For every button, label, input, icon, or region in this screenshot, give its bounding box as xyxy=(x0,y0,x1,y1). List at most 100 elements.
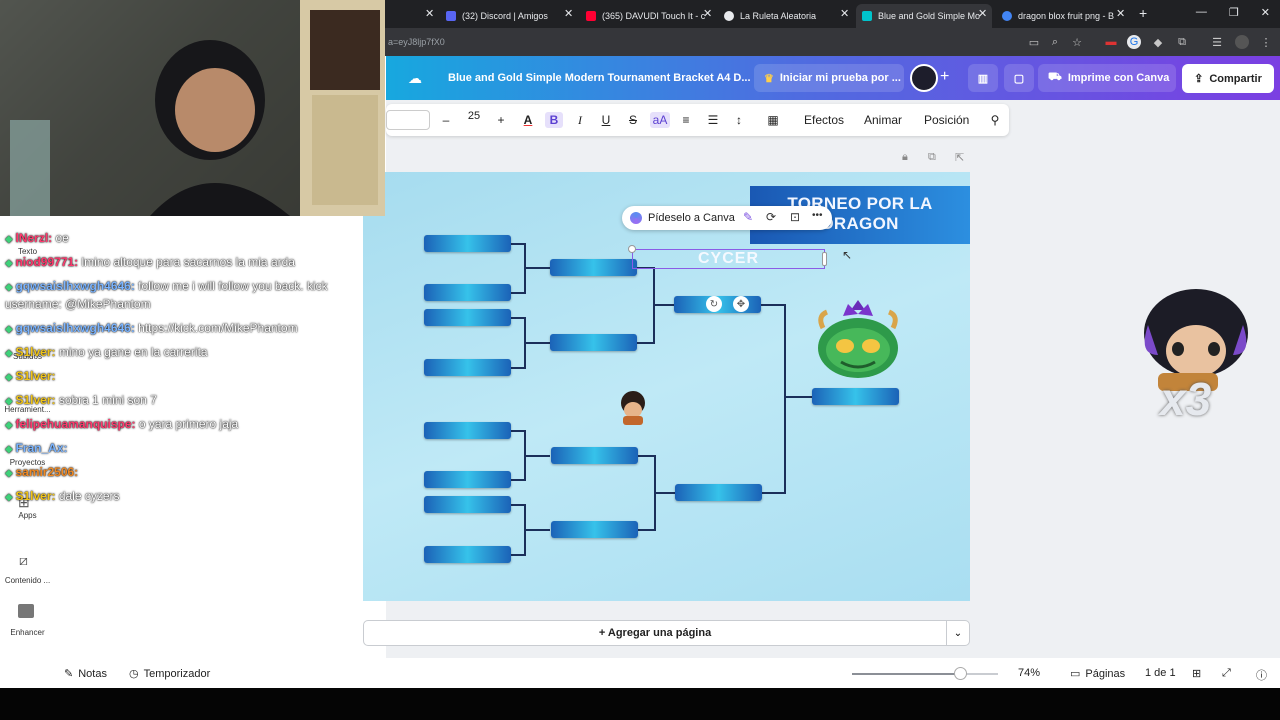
enhancer-icon[interactable] xyxy=(18,604,34,618)
letter-case-button[interactable]: aA xyxy=(650,112,670,128)
bracket-slot[interactable] xyxy=(424,496,511,513)
tab-ruleta[interactable]: La Ruleta Aleatoria xyxy=(718,4,848,28)
align-center-icon[interactable]: ≡ xyxy=(679,112,693,128)
new-tab-button[interactable]: + xyxy=(1139,5,1147,21)
tab-youtube[interactable]: (365) DAVUDI Touch It - c xyxy=(580,4,710,28)
transparency-icon[interactable]: ▦ xyxy=(766,112,780,128)
add-collaborator-icon[interactable]: + xyxy=(940,68,949,86)
share-button[interactable]: ⇪ Compartir xyxy=(1182,64,1274,93)
animate-button[interactable]: Animar xyxy=(864,112,902,128)
text-color-icon[interactable]: A xyxy=(520,112,536,128)
bracket-slot[interactable] xyxy=(424,471,511,488)
fullscreen-icon[interactable]: ⤢ xyxy=(1222,667,1231,680)
extension-icon[interactable]: ◆ xyxy=(1151,35,1165,49)
document-title[interactable]: Blue and Gold Simple Modern Tournament B… xyxy=(448,72,751,84)
print-button[interactable]: ⛟ Imprime con Canva xyxy=(1038,64,1176,92)
bracket-slot[interactable] xyxy=(675,484,762,501)
close-tab-icon[interactable]: ✕ xyxy=(840,7,849,20)
tab-discord[interactable]: (32) Discord | Amigos xyxy=(440,4,570,28)
bracket-slot[interactable] xyxy=(551,447,638,464)
bracket-final-slot[interactable] xyxy=(812,388,899,405)
close-tab-icon[interactable]: ✕ xyxy=(564,7,573,20)
chat-text: o yara primero jaja xyxy=(135,417,239,431)
timer-button[interactable]: ◷ Temporizador xyxy=(129,667,210,681)
trial-button[interactable]: ♛ Iniciar mi prueba por ... xyxy=(754,64,904,92)
bookmark-star-icon[interactable]: ☆ xyxy=(1070,35,1084,49)
close-tab-icon[interactable]: ✕ xyxy=(703,7,712,20)
profile-avatar[interactable] xyxy=(1235,35,1249,49)
chevron-down-icon[interactable]: ⌄ xyxy=(946,620,970,646)
help-icon[interactable]: ⓘ xyxy=(1256,667,1267,683)
close-window-button[interactable]: ✕ xyxy=(1261,6,1270,19)
rail-contenido[interactable]: Contenido ... xyxy=(0,576,55,585)
winner-text[interactable]: CYCER xyxy=(632,250,825,268)
zoom-slider[interactable] xyxy=(852,673,998,675)
position-button[interactable]: Posición xyxy=(924,112,969,128)
dragon-fruit-image[interactable] xyxy=(813,300,903,380)
add-page-button[interactable]: + Agregar una página xyxy=(363,620,947,646)
list-icon[interactable]: ☰ xyxy=(706,112,720,128)
zoom-icon[interactable]: ⌕ xyxy=(1048,35,1062,49)
bracket-slot[interactable] xyxy=(424,422,511,439)
tab-google[interactable]: dragon blox fruit png - B xyxy=(996,4,1124,28)
grid-view-icon[interactable]: ⊞ xyxy=(1192,667,1201,680)
menu-kebab-icon[interactable]: ⋮ xyxy=(1259,35,1273,49)
zoom-level[interactable]: 74% xyxy=(1018,667,1040,679)
extension-icon[interactable]: ▬ xyxy=(1104,35,1118,49)
bracket-slot[interactable] xyxy=(424,359,511,376)
lock-page-icon[interactable]: 🔒︎ xyxy=(902,151,908,164)
url-field[interactable]: a=eyJ8ljp7fX0 xyxy=(388,37,445,47)
translate-extension-icon[interactable]: G xyxy=(1127,35,1141,49)
install-icon[interactable]: ▭ xyxy=(1027,35,1041,49)
avatar[interactable] xyxy=(910,64,938,92)
regenerate-icon[interactable]: ⟳ xyxy=(766,210,776,224)
analytics-button[interactable]: ▥ xyxy=(968,64,998,92)
content-icon[interactable]: ⧄ xyxy=(19,552,28,569)
pages-button[interactable]: ▭ Páginas xyxy=(1070,667,1125,681)
ask-canva-button[interactable]: Pídeselo a Canva xyxy=(648,212,735,224)
duplicate-page-icon[interactable]: ⧉ xyxy=(928,151,936,164)
bracket-slot[interactable] xyxy=(551,521,638,538)
font-family-select[interactable] xyxy=(386,110,430,130)
bracket-slot[interactable] xyxy=(424,284,511,301)
add-page-icon[interactable]: ⇱ xyxy=(955,151,964,164)
close-tab-icon[interactable]: ✕ xyxy=(425,7,434,20)
bracket-slot[interactable] xyxy=(424,309,511,326)
paint-format-icon[interactable]: ⚲ xyxy=(988,112,1002,128)
chat-badge-icon: ◆ xyxy=(5,444,16,455)
notes-button[interactable]: ✎ Notas xyxy=(64,667,107,681)
bold-button[interactable]: B xyxy=(545,112,563,128)
underline-button[interactable]: U xyxy=(600,112,612,128)
magic-edit-icon[interactable]: ✎ xyxy=(743,210,753,224)
zoom-slider-thumb[interactable] xyxy=(954,667,968,680)
more-options-icon[interactable]: ••• xyxy=(812,210,823,221)
move-icon[interactable]: ✥ xyxy=(733,296,749,312)
bracket-slot[interactable] xyxy=(550,259,637,276)
font-size-decrease[interactable]: – xyxy=(440,112,452,128)
rail-enhancer[interactable]: Enhancer xyxy=(0,628,55,637)
bracket-line xyxy=(511,504,525,506)
minimize-button[interactable]: — xyxy=(1196,6,1207,19)
font-size-input[interactable]: 25 xyxy=(464,110,484,122)
cloud-save-icon[interactable]: ☁ xyxy=(408,70,422,87)
rotate-icon[interactable]: ↻ xyxy=(706,296,722,312)
avatar-sticker[interactable] xyxy=(614,388,652,426)
spacing-icon[interactable]: ↕ xyxy=(732,112,746,128)
bracket-slot[interactable] xyxy=(424,235,511,252)
effects-button[interactable]: Efectos xyxy=(804,112,844,128)
rail-apps[interactable]: Apps xyxy=(0,511,55,520)
strikethrough-button[interactable]: S xyxy=(627,112,639,128)
bracket-line xyxy=(524,342,550,344)
restore-button[interactable]: ❐ xyxy=(1229,6,1239,19)
bracket-slot[interactable] xyxy=(550,334,637,351)
lock-icon[interactable]: ⊡ xyxy=(790,210,800,224)
font-size-increase[interactable]: + xyxy=(495,112,507,128)
bracket-slot[interactable] xyxy=(424,546,511,563)
puzzle-icon[interactable]: ⧉ xyxy=(1175,35,1189,49)
comments-button[interactable]: ▢ xyxy=(1004,64,1034,92)
close-tab-icon[interactable]: ✕ xyxy=(978,7,987,20)
italic-button[interactable]: I xyxy=(574,112,586,128)
close-tab-icon[interactable]: ✕ xyxy=(1116,7,1125,20)
reading-list-icon[interactable]: ☰ xyxy=(1210,35,1224,49)
tab-canva[interactable]: Blue and Gold Simple Mo xyxy=(856,4,992,28)
